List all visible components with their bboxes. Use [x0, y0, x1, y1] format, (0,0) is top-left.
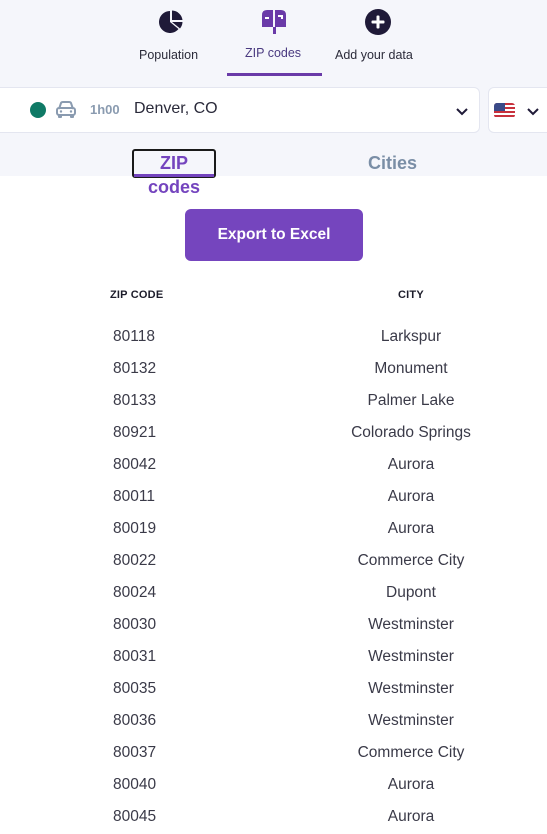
us-flag-icon	[494, 103, 515, 118]
travel-time: 1h00	[90, 102, 120, 117]
city-cell: Larkspur	[380, 328, 442, 345]
zip-cell: 80036	[113, 712, 157, 729]
zip-cell: 80045	[113, 808, 157, 825]
zip-cell: 80035	[113, 680, 157, 697]
zip-cell: 80030	[113, 616, 157, 633]
chevron-down-icon	[456, 108, 468, 116]
city-cell: Westminster	[368, 616, 454, 633]
zip-cell: 80031	[113, 648, 157, 665]
column-header-zip: ZIP CODE	[110, 289, 164, 301]
table-row: 80030 Westminster	[0, 610, 547, 642]
car-icon	[56, 101, 76, 118]
nav-label-add-your-data: Add your data	[335, 48, 413, 62]
chevron-down-icon	[527, 108, 539, 116]
city-cell: Westminster	[368, 712, 454, 729]
city-cell: Westminster	[368, 680, 454, 697]
table-row: 80022 Commerce City	[0, 546, 547, 578]
pie-chart-icon	[159, 10, 183, 33]
tab-zip-codes[interactable]: ZIP codes	[132, 149, 216, 197]
export-to-excel-button[interactable]: Export to Excel	[185, 209, 363, 261]
zip-cell: 80921	[113, 424, 157, 441]
zip-cell: 80019	[113, 520, 157, 537]
zip-cell: 80133	[113, 392, 157, 409]
nav-item-add-your-data[interactable]: Add your data	[332, 0, 424, 76]
city-cell: Dupont	[386, 584, 436, 601]
table-row: 80011 Aurora	[0, 482, 547, 514]
mailbox-icon	[262, 10, 286, 34]
table-row: 80019 Aurora	[0, 514, 547, 546]
column-header-city: CITY	[398, 289, 424, 301]
zip-cell: 80024	[113, 584, 157, 601]
nav-item-zip-codes[interactable]: ZIP codes	[227, 0, 322, 76]
table-row: 80040 Aurora	[0, 770, 547, 802]
table-row: 80035 Westminster	[0, 674, 547, 706]
tab-cities[interactable]: Cities	[368, 153, 417, 174]
zip-cell: 80118	[113, 328, 155, 345]
table-row: 80118 Larkspur	[0, 322, 547, 354]
table-row: 80037 Commerce City	[0, 738, 547, 770]
zip-cell: 80011	[113, 488, 155, 505]
city-cell: Monument	[374, 360, 448, 377]
zip-table: 80118 Larkspur 80132 Monument 80133 Palmer La…	[0, 322, 547, 834]
zip-cell: 80040	[113, 776, 157, 793]
city-cell: Commerce City	[357, 552, 465, 569]
subtabs: ZIP codes Cities	[0, 145, 547, 197]
city-cell: Aurora	[387, 520, 435, 537]
nav-label-zip-codes: ZIP codes	[245, 46, 302, 60]
nav-label-population: Population	[139, 48, 199, 62]
country-select[interactable]	[488, 87, 547, 133]
table-row: 80921 Colorado Springs	[0, 418, 547, 450]
city-cell: Palmer Lake	[367, 392, 455, 409]
table-row: 80042 Aurora	[0, 450, 547, 482]
table-row: 80045 Aurora	[0, 802, 547, 834]
table-row: 80132 Monument	[0, 354, 547, 386]
city-cell: Commerce City	[357, 744, 465, 761]
zip-cell: 80132	[113, 360, 157, 377]
nav-active-indicator	[227, 73, 322, 76]
header-area: Population ZIP codes Add your data 1h00 …	[0, 0, 547, 197]
city-cell: Aurora	[387, 456, 435, 473]
city-cell: Colorado Springs	[351, 424, 471, 441]
status-dot	[30, 102, 46, 118]
nav-item-population[interactable]: Population	[132, 0, 210, 76]
plus-circle-icon	[365, 9, 391, 35]
table-row: 80036 Westminster	[0, 706, 547, 738]
location-name: Denver, CO	[134, 100, 218, 117]
table-row: 80024 Dupont	[0, 578, 547, 610]
zip-cell: 80037	[113, 744, 157, 761]
table-row: 80133 Palmer Lake	[0, 386, 547, 418]
city-cell: Aurora	[387, 488, 435, 505]
city-cell: Aurora	[387, 808, 435, 825]
zip-cell: 80022	[113, 552, 157, 569]
table-row: 80031 Westminster	[0, 642, 547, 674]
location-select[interactable]: 1h00 Denver, CO	[0, 87, 480, 133]
city-cell: Westminster	[368, 648, 454, 665]
top-nav: Population ZIP codes Add your data	[0, 0, 547, 78]
zip-cell: 80042	[113, 456, 157, 473]
city-cell: Aurora	[387, 776, 435, 793]
